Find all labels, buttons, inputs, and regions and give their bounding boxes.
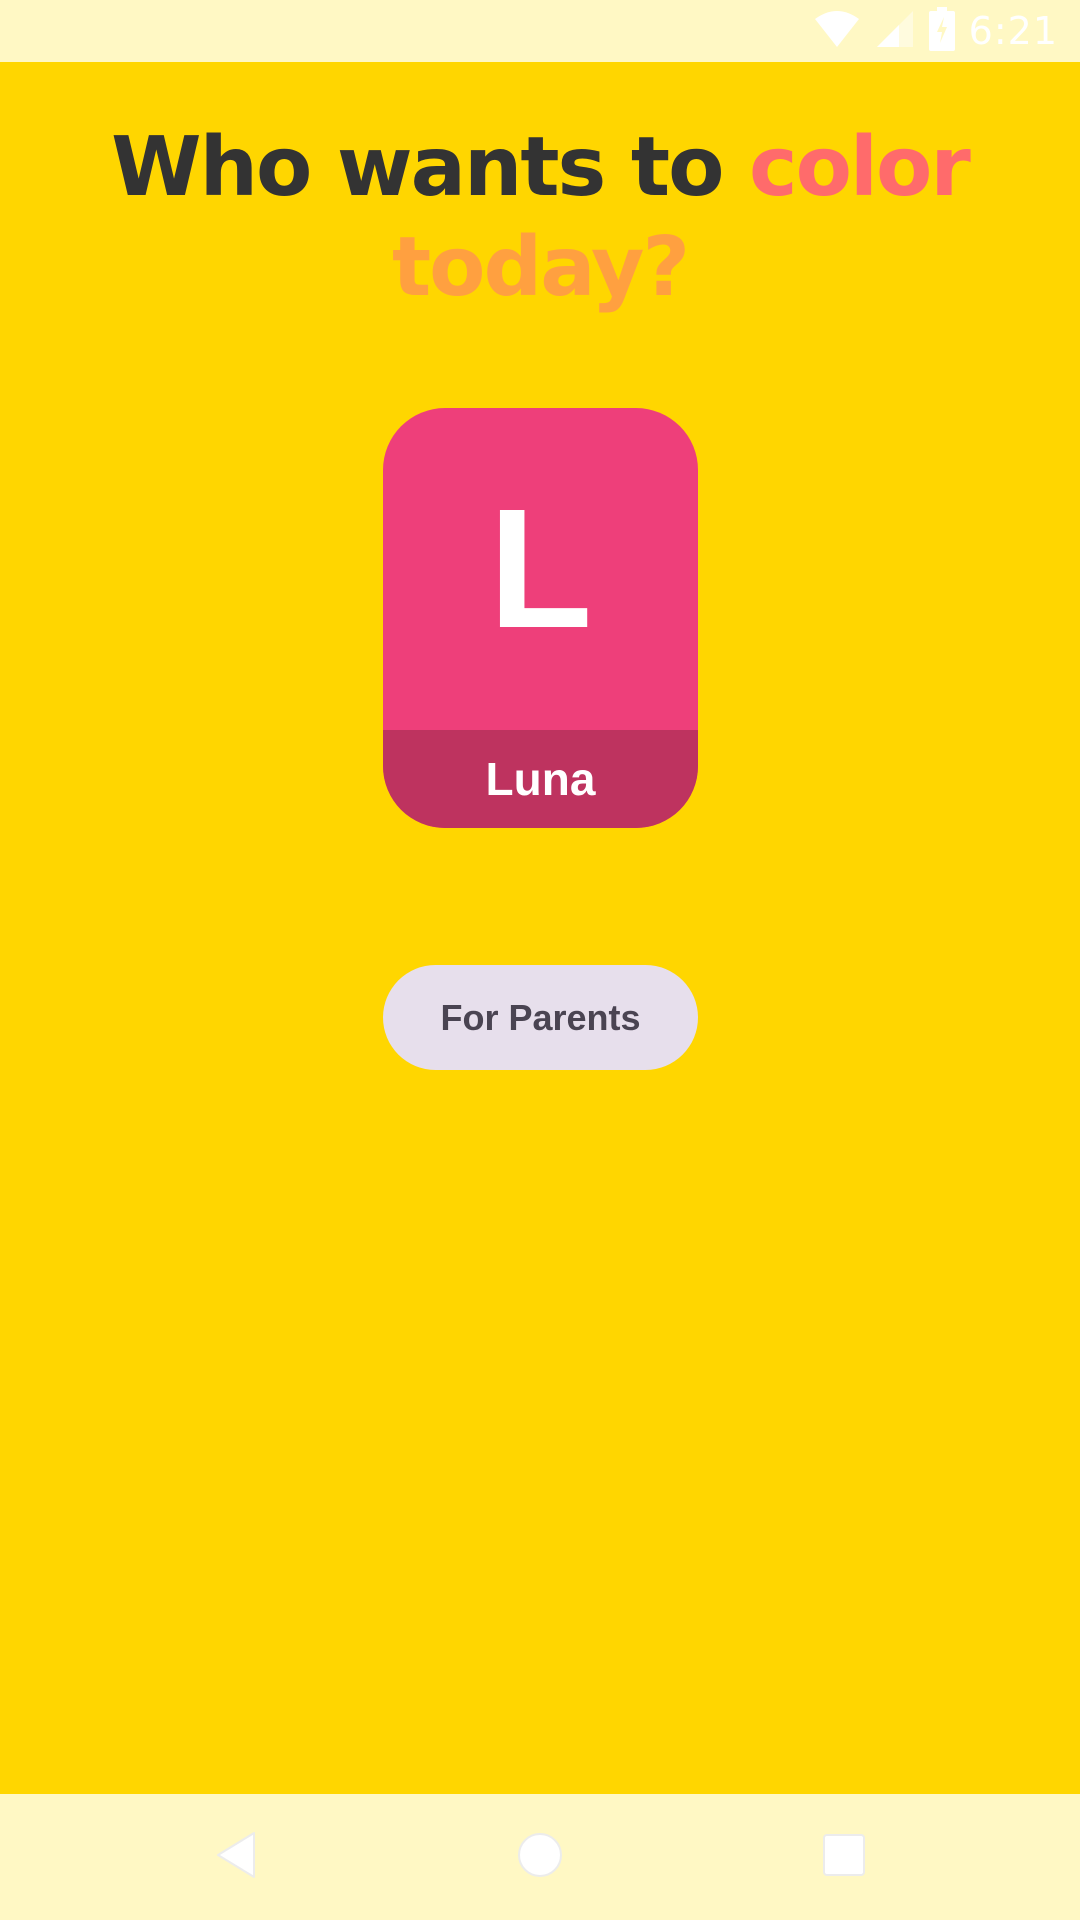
recents-icon (823, 1833, 865, 1881)
back-icon (214, 1831, 258, 1884)
profile-initial: L (488, 474, 593, 664)
page-title: Who wants to color today? (0, 118, 1080, 318)
for-parents-button[interactable]: For Parents (383, 965, 698, 1070)
battery-charging-icon (928, 6, 955, 56)
status-time: 6:21 (968, 9, 1058, 53)
status-bar: 6:21 (0, 0, 1080, 62)
wifi-icon (813, 9, 861, 54)
profile-card-luna[interactable]: L Luna (383, 408, 698, 828)
back-button[interactable] (176, 1794, 296, 1920)
home-button[interactable] (480, 1794, 600, 1920)
home-icon (517, 1832, 563, 1883)
title-part-color: color (748, 120, 971, 215)
profile-name: Luna (485, 753, 596, 805)
title-part-today: today? (391, 220, 690, 315)
status-icons: 6:21 (813, 0, 1058, 62)
title-part-dark: Who wants to (111, 120, 749, 215)
profile-name-bar: Luna (383, 730, 698, 828)
recents-button[interactable] (784, 1794, 904, 1920)
signal-icon (875, 9, 915, 54)
navigation-bar (0, 1794, 1080, 1920)
